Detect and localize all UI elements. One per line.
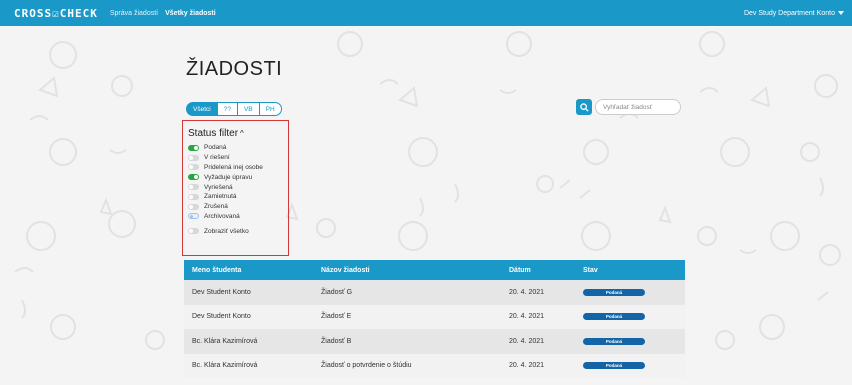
status-filter-item[interactable]: Vyžaduje úpravu [188,172,263,182]
toggle-switch[interactable] [188,144,199,151]
column-header-status[interactable]: Stav [583,267,685,274]
status-filter-item[interactable]: Zamietnutá [188,192,263,202]
status-filter-header[interactable]: Status filter ^ [188,128,244,139]
status-filter-item[interactable]: V riešení [188,153,263,163]
type-filter-all[interactable]: Všetci [186,102,218,116]
account-dropdown[interactable]: Dev Study Department Konto [744,10,844,17]
status-badge: Podaná [583,288,645,296]
table-row[interactable]: Bc. Klára Kazimírová Žiadosť o potvrdeni… [184,353,685,378]
toggle-switch[interactable] [188,184,199,191]
column-header-student[interactable]: Meno študenta [184,267,321,274]
cell-status: Podaná [583,288,685,296]
status-filter-item[interactable]: Archivovaná [188,212,263,222]
type-filter-unknown[interactable]: ?? [216,102,238,116]
status-filter-label: V riešení [204,154,230,162]
nav-link-all-requests[interactable]: Všetky žiadosti [165,10,216,17]
top-navbar: CROSS☑CHECK Správa žiadostí Všetky žiado… [0,0,852,26]
status-filter-panel: Status filter ^ Podaná V riešení Pridelen… [182,120,289,256]
status-filter-label: Pridelená inej osobe [204,163,263,171]
cell-status: Podaná [583,362,685,370]
search-bar [576,99,681,115]
status-filter-item[interactable]: Pridelená inej osobe [188,163,263,173]
search-button[interactable] [576,99,592,115]
status-badge: Podaná [583,313,645,321]
cell-status: Podaná [583,313,685,321]
cell-student: Dev Student Konto [192,313,251,321]
table-header: Meno študenta Názov žiadosti Dátum Stav [184,260,685,280]
chevron-up-icon: ^ [240,129,244,138]
status-badge: Podaná [583,362,645,370]
status-filter-list: Podaná V riešení Pridelená inej osobe Vy… [188,143,263,236]
page-title: ŽIADOSTI [186,58,283,80]
toggle-switch[interactable] [188,164,199,171]
cell-date: 20. 4. 2021 [509,313,545,321]
type-filter-vb[interactable]: VB [236,102,260,116]
status-filter-label: Vyžaduje úpravu [204,173,253,181]
type-filter-group: Všetci ?? VB PH [186,102,282,116]
table-row[interactable]: Dev Student Konto Žiadosť G 20. 4. 2021 … [184,280,685,305]
status-filter-title: Status filter [188,128,239,139]
cell-date: 20. 4. 2021 [509,362,545,370]
cell-request-name: Žiadosť E [321,313,352,321]
toggle-switch[interactable] [188,203,199,210]
search-input[interactable] [595,99,681,115]
cell-request-name: Žiadosť B [321,337,352,345]
toggle-switch[interactable] [188,193,199,200]
cell-student: Dev Student Konto [192,288,251,296]
account-name: Dev Study Department Konto [743,9,835,17]
type-filter-ph[interactable]: PH [258,102,282,116]
show-all-toggle[interactable]: Zobraziť všetko [188,226,263,236]
cell-request-name: Žiadosť o potvrdenie o štúdiu [321,362,412,370]
status-filter-item[interactable]: Zrušená [188,202,263,212]
status-filter-label: Podaná [204,144,227,152]
toggle-switch[interactable] [188,228,199,235]
cell-date: 20. 4. 2021 [509,288,545,296]
cell-student: Bc. Klára Kazimírová [192,362,258,370]
caret-down-icon [838,11,844,15]
status-filter-label: Archivovaná [204,212,240,220]
app-logo[interactable]: CROSS☑CHECK [14,7,98,20]
nav-link-manage-requests[interactable]: Správa žiadostí [110,10,158,17]
cell-student: Bc. Klára Kazimírová [192,337,258,345]
table-row[interactable]: Dev Student Konto Žiadosť E 20. 4. 2021 … [184,304,685,329]
status-filter-label: Zamietnutá [204,193,237,201]
search-icon [579,102,589,112]
column-header-request-name[interactable]: Názov žiadosti [321,267,509,274]
cell-status: Podaná [583,337,685,345]
status-filter-item[interactable]: Podaná [188,143,263,153]
cell-date: 20. 4. 2021 [509,337,545,345]
toggle-switch[interactable] [188,174,199,181]
status-filter-label: Vyriešená [204,183,233,191]
cell-request-name: Žiadosť G [321,288,353,296]
show-all-label: Zobraziť všetko [204,227,249,235]
status-badge: Podaná [583,337,645,345]
toggle-switch[interactable] [188,213,199,220]
status-filter-item[interactable]: Vyriešená [188,182,263,192]
status-filter-label: Zrušená [204,203,228,211]
requests-table: Meno študenta Názov žiadosti Dátum Stav … [184,260,685,378]
toggle-switch[interactable] [188,154,199,161]
table-row[interactable]: Bc. Klára Kazimírová Žiadosť B 20. 4. 20… [184,329,685,354]
column-header-date[interactable]: Dátum [509,267,583,274]
